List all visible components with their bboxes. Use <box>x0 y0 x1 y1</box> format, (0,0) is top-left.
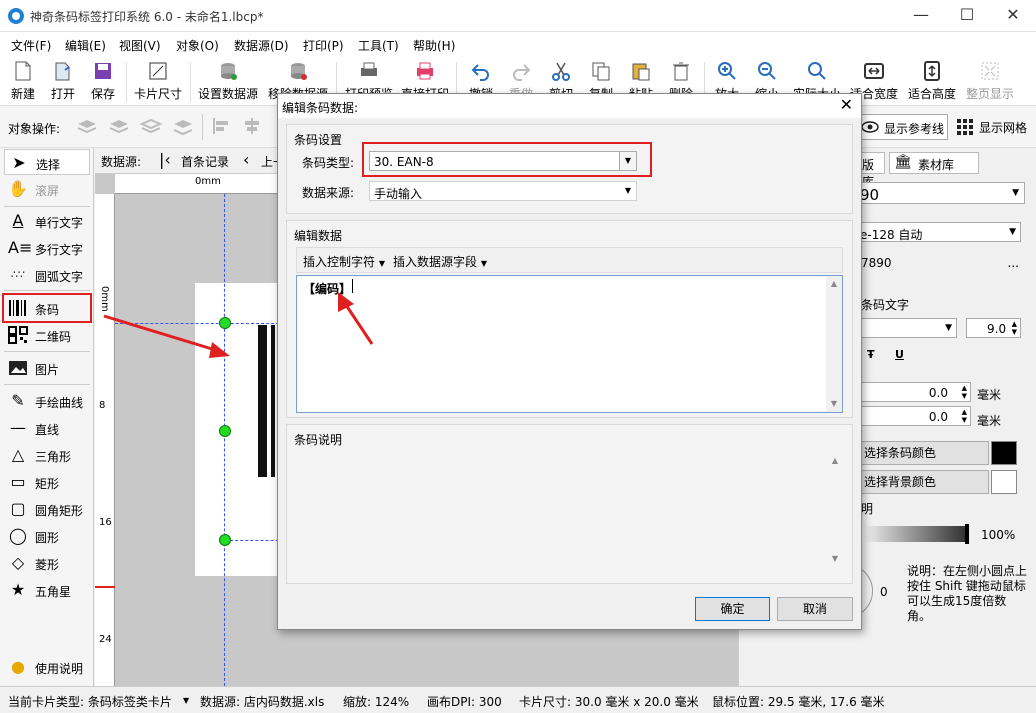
arrow-head-icon <box>209 342 230 358</box>
arrow-to-barcode-line <box>103 314 223 354</box>
annotation-overlay <box>103 292 374 358</box>
arrow-to-data-field <box>342 301 374 345</box>
arrow-head-icon <box>338 292 354 312</box>
